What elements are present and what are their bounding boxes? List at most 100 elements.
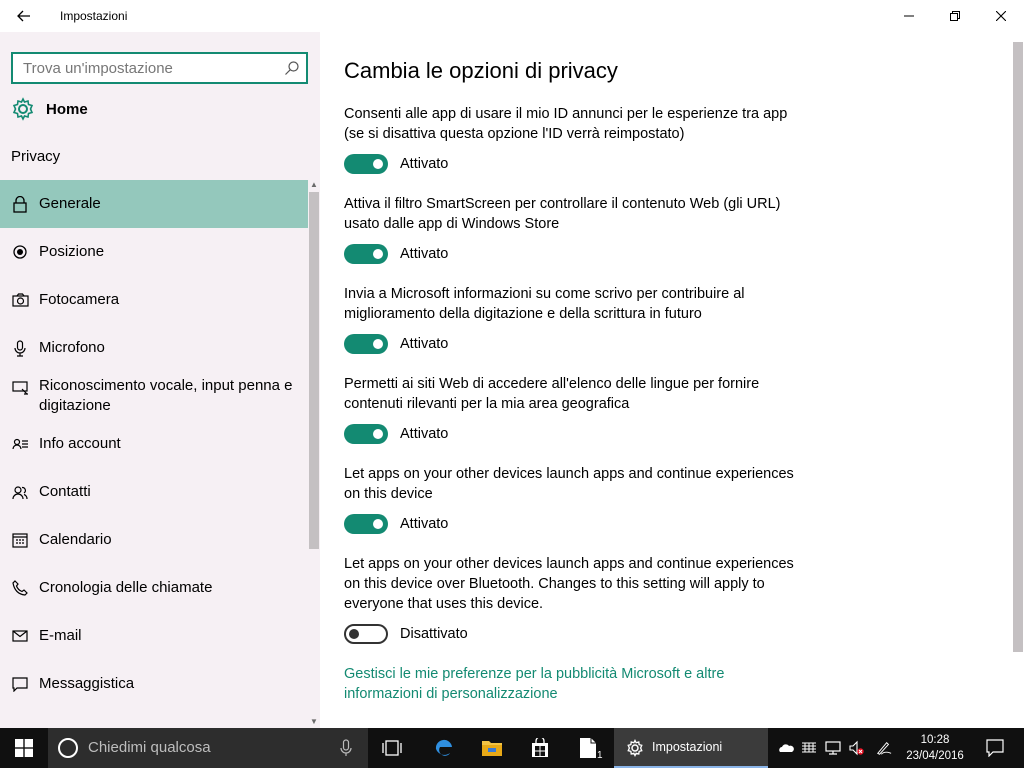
lock-icon xyxy=(11,195,29,213)
toggle-row: Disattivato xyxy=(344,624,804,644)
toggle-state-label: Attivato xyxy=(400,336,449,352)
restore-button[interactable] xyxy=(932,0,978,32)
email-icon xyxy=(11,627,29,645)
windows-logo-icon xyxy=(15,739,33,757)
nav-item-messaggistica[interactable]: Messaggistica xyxy=(0,660,308,708)
sidebar-scroll-thumb[interactable] xyxy=(309,192,319,549)
nav-item-label: Riconoscimento vocale, input penna e dig… xyxy=(39,377,293,414)
advertising-preferences-link[interactable]: Gestisci le mie preferenze per la pubbli… xyxy=(344,664,764,704)
store-taskbar-button[interactable] xyxy=(520,728,560,768)
language-list-toggle[interactable] xyxy=(344,424,388,444)
main-scroll-thumb[interactable] xyxy=(1013,42,1023,652)
back-button[interactable] xyxy=(10,4,38,28)
toggle-knob xyxy=(373,519,383,529)
close-icon xyxy=(996,11,1006,21)
setting-typing-info: Invia a Microsoft informazioni su come s… xyxy=(344,284,804,354)
volume-muted-icon[interactable] xyxy=(848,740,864,756)
continue-bluetooth-toggle[interactable] xyxy=(344,624,388,644)
nav-item-posizione[interactable]: Posizione xyxy=(0,228,308,276)
microphone-icon[interactable] xyxy=(340,739,352,757)
settings-taskbar-label: Impostazioni xyxy=(652,740,723,754)
store-badge-count: 1 xyxy=(596,750,604,761)
notepad-taskbar-button[interactable]: 1 xyxy=(568,728,608,768)
start-button[interactable] xyxy=(0,728,48,768)
setting-description: Invia a Microsoft informazioni su come s… xyxy=(344,286,745,322)
action-center-icon[interactable] xyxy=(986,739,1004,757)
speech-icon xyxy=(11,379,29,397)
privacy-nav-list: Generale Posizione Fotocamera Microfono … xyxy=(0,180,308,708)
scroll-up-icon[interactable]: ▲ xyxy=(309,180,319,190)
nav-item-label: Contatti xyxy=(39,483,91,500)
settings-taskbar-button[interactable]: Impostazioni xyxy=(614,728,768,768)
main-scrollbar[interactable] xyxy=(1012,32,1024,728)
cortana-search-box[interactable]: Chiedimi qualcosa xyxy=(48,728,368,768)
minimize-icon xyxy=(904,15,914,17)
setting-description: Let apps on your other devices launch ap… xyxy=(344,466,794,502)
toggle-knob xyxy=(373,429,383,439)
scroll-down-icon[interactable]: ▼ xyxy=(309,717,319,727)
page-title: Cambia le opzioni di privacy xyxy=(344,58,618,83)
nav-item-info-account[interactable]: Info account xyxy=(0,420,308,468)
home-link[interactable]: Home xyxy=(11,96,88,122)
back-arrow-icon xyxy=(17,10,30,22)
nav-item-fotocamera[interactable]: Fotocamera xyxy=(0,276,308,324)
nav-item-cronologia-chiamate[interactable]: Cronologia delle chiamate xyxy=(0,564,308,612)
advertising-id-toggle[interactable] xyxy=(344,154,388,174)
task-view-button[interactable] xyxy=(372,728,412,768)
microphone-icon xyxy=(11,339,29,357)
nav-item-email[interactable]: E-mail xyxy=(0,612,308,660)
account-info-icon xyxy=(11,435,29,453)
nav-item-calendario[interactable]: Calendario xyxy=(0,516,308,564)
file-explorer-taskbar-button[interactable] xyxy=(472,728,512,768)
touch-keyboard-icon[interactable] xyxy=(801,740,817,756)
pen-workspace-icon[interactable] xyxy=(876,740,892,756)
close-button[interactable] xyxy=(978,0,1024,32)
nav-item-label: Messaggistica xyxy=(39,675,135,692)
setting-smartscreen: Attiva il filtro SmartScreen per control… xyxy=(344,194,804,264)
toggle-state-label: Attivato xyxy=(400,246,449,262)
toggle-row: Attivato xyxy=(344,424,804,444)
document-icon xyxy=(580,738,596,758)
setting-description: Consenti alle app di usare il mio ID ann… xyxy=(344,106,788,142)
nav-item-generale[interactable]: Generale xyxy=(0,180,308,228)
settings-search-input[interactable] xyxy=(13,54,273,82)
setting-description: Let apps on your other devices launch ap… xyxy=(344,556,794,612)
smartscreen-toggle[interactable] xyxy=(344,244,388,264)
setting-continue-bluetooth: Let apps on your other devices launch ap… xyxy=(344,554,804,644)
continue-experiences-toggle[interactable] xyxy=(344,514,388,534)
toggle-knob xyxy=(349,629,359,639)
setting-description: Permetti ai siti Web di accedere all'ele… xyxy=(344,376,760,412)
main-content: Cambia le opzioni di privacy Consenti al… xyxy=(320,32,1024,728)
nav-item-microfono[interactable]: Microfono xyxy=(0,324,308,372)
nav-item-label: Generale xyxy=(39,195,101,212)
cortana-icon xyxy=(58,738,78,758)
folder-icon xyxy=(482,741,502,756)
settings-search-box[interactable] xyxy=(11,52,308,84)
home-label: Home xyxy=(46,100,88,118)
toggle-knob xyxy=(373,339,383,349)
nav-item-label: Cronologia delle chiamate xyxy=(39,579,213,596)
clock-date: 23/04/2016 xyxy=(906,750,964,762)
typing-info-toggle[interactable] xyxy=(344,334,388,354)
setting-language-list: Permetti ai siti Web di accedere all'ele… xyxy=(344,374,804,444)
network-icon[interactable] xyxy=(825,740,841,756)
edge-icon xyxy=(435,739,452,756)
toggle-row: Attivato xyxy=(344,334,804,354)
nav-item-label: Posizione xyxy=(39,243,105,260)
minimize-button[interactable] xyxy=(886,0,932,32)
nav-item-label: Info account xyxy=(39,435,121,452)
edge-taskbar-button[interactable] xyxy=(424,728,464,768)
toggle-knob xyxy=(373,249,383,259)
taskbar-clock[interactable]: 10:28 23/04/2016 xyxy=(900,732,970,764)
toggle-row: Attivato xyxy=(344,244,804,264)
nav-item-contatti[interactable]: Contatti xyxy=(0,468,308,516)
search-icon[interactable] xyxy=(284,60,300,76)
nav-item-riconoscimento-vocale[interactable]: Riconoscimento vocale, input penna e dig… xyxy=(0,372,308,420)
gear-icon xyxy=(12,97,34,121)
toggle-knob xyxy=(373,159,383,169)
messaging-icon xyxy=(11,675,29,693)
toggle-row: Attivato xyxy=(344,154,804,174)
sidebar-scrollbar[interactable]: ▲ ▼ xyxy=(308,180,320,728)
toggle-state-label: Disattivato xyxy=(400,626,468,642)
onedrive-icon[interactable] xyxy=(778,740,794,756)
